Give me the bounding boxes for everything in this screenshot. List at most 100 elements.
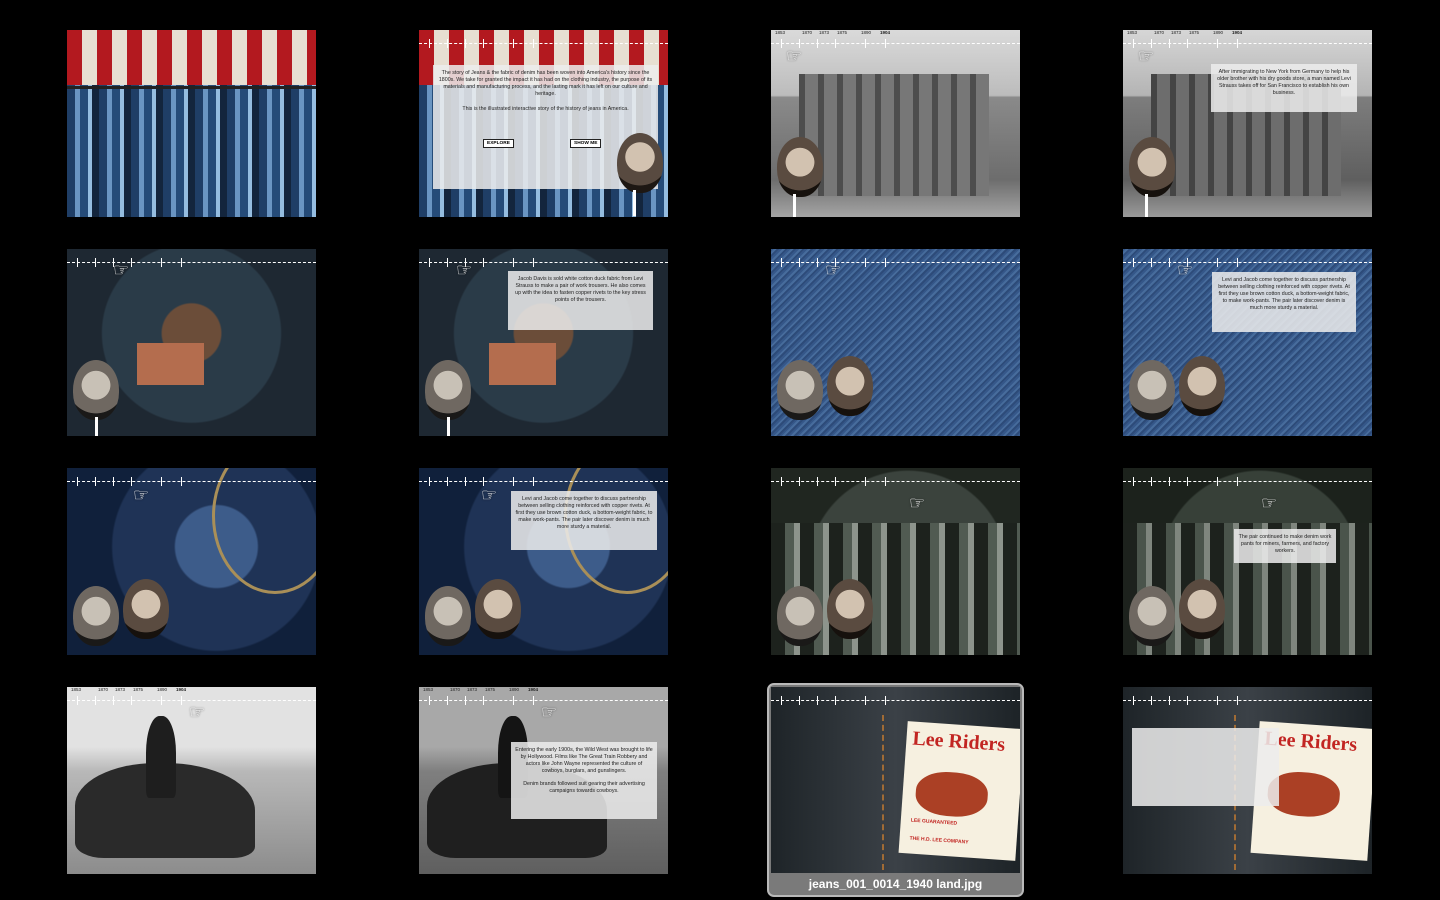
timeline-tick[interactable] [483,39,484,48]
pointing-hand-icon[interactable]: ☞ [1177,260,1193,281]
timeline-tick[interactable] [429,696,430,705]
timeline-tick[interactable] [95,477,96,486]
timeline-bar[interactable] [419,477,668,487]
timeline-tick[interactable] [181,696,182,705]
timeline-tick[interactable] [1133,39,1134,48]
timeline-tick[interactable] [1237,477,1238,486]
timeline-tick[interactable] [513,258,514,267]
pointing-hand-icon[interactable]: ☞ [541,702,557,723]
timeline-tick[interactable] [865,39,866,48]
thumbnail-intro-overlay[interactable]: The story of Jeans & the fabric of denim… [419,30,668,217]
timeline-tick[interactable] [1237,696,1238,705]
timeline-tick[interactable] [835,696,836,705]
timeline-bar[interactable] [1123,258,1372,268]
timeline-tick[interactable] [447,39,448,48]
timeline-tick[interactable] [865,477,866,486]
pointing-hand-icon[interactable]: ☞ [456,260,472,281]
pointing-hand-icon[interactable]: ☞ [113,260,129,281]
thumbnail-denim-texture-text[interactable]: ☞ Levi and Jacob come together to discus… [1123,249,1372,436]
timeline-tick[interactable] [447,258,448,267]
timeline-tick[interactable] [885,696,886,705]
timeline-tick[interactable] [885,39,886,48]
timeline-bar[interactable] [771,39,1020,49]
timeline-tick[interactable] [429,258,430,267]
pointing-hand-icon[interactable]: ☞ [909,493,925,514]
timeline-tick[interactable] [77,477,78,486]
timeline-tick[interactable] [835,477,836,486]
timeline-tick[interactable] [1169,39,1170,48]
timeline-tick[interactable] [799,477,800,486]
timeline-bar[interactable] [771,477,1020,487]
pointing-hand-icon[interactable]: ☞ [133,485,149,506]
timeline-tick[interactable] [95,696,96,705]
timeline-tick[interactable] [1217,39,1218,48]
timeline-tick[interactable] [161,258,162,267]
timeline-tick[interactable] [483,258,484,267]
pointing-hand-icon[interactable]: ☞ [189,702,205,723]
thumbnail-lee-riders[interactable]: Lee Riders LEE GUARANTEED THE H.D. LEE C… [771,687,1020,873]
timeline-tick[interactable] [1151,696,1152,705]
timeline-tick[interactable] [429,39,430,48]
timeline-tick[interactable] [817,477,818,486]
timeline-tick[interactable] [161,696,162,705]
thumbnail-denim-texture[interactable]: ☞ [771,249,1020,436]
timeline-tick[interactable] [513,39,514,48]
thumbnail-lee-riders-blank[interactable]: Lee Riders [1123,687,1372,874]
timeline-bar[interactable] [67,258,316,268]
timeline-tick[interactable] [77,696,78,705]
thumbnail-denim-seam[interactable]: ☞ [67,468,316,655]
pointing-hand-icon[interactable]: ☞ [1138,46,1154,67]
thumbnail-workers-photo-text[interactable]: ☞ The pair continued to make denim work … [1123,468,1372,655]
timeline-tick[interactable] [113,696,114,705]
timeline-bar[interactable] [67,477,316,487]
timeline-tick[interactable] [1169,258,1170,267]
thumbnail-clothing-rack[interactable] [67,30,316,217]
timeline-bar[interactable] [771,696,1020,706]
timeline-tick[interactable] [817,39,818,48]
timeline-bar[interactable] [1123,39,1372,49]
timeline-tick[interactable] [1133,696,1134,705]
timeline-tick[interactable] [77,258,78,267]
timeline-bar[interactable] [771,258,1020,268]
timeline-tick[interactable] [835,39,836,48]
thumbnail-denim-seam-text[interactable]: ☞ Levi and Jacob come together to discus… [419,468,668,655]
timeline-tick[interactable] [1217,477,1218,486]
timeline-tick[interactable] [1217,258,1218,267]
timeline-tick[interactable] [799,696,800,705]
timeline-tick[interactable] [1237,258,1238,267]
timeline-tick[interactable] [465,696,466,705]
timeline-tick[interactable] [533,696,534,705]
timeline-tick[interactable] [161,477,162,486]
timeline-tick[interactable] [1133,258,1134,267]
thumbnail-workers-photo[interactable]: ☞ [771,468,1020,655]
timeline-tick[interactable] [1151,477,1152,486]
thumbnail-building-grayscale-text[interactable]: 1853 1870 1873 1875 1890 1904 ☞ After im… [1123,30,1372,217]
timeline-tick[interactable] [533,477,534,486]
timeline-tick[interactable] [1169,477,1170,486]
timeline-tick[interactable] [799,258,800,267]
thumbnail-cowboy-horse[interactable]: 1853 1870 1873 1875 1890 1904 ☞ [67,687,316,874]
timeline-tick[interactable] [533,258,534,267]
timeline-tick[interactable] [865,258,866,267]
timeline-tick[interactable] [95,258,96,267]
timeline-tick[interactable] [181,258,182,267]
timeline-tick[interactable] [465,39,466,48]
thumbnail-worn-denim-text[interactable]: ☞ Jacob Davis is sold white cotton duck … [419,249,668,436]
pointing-hand-icon[interactable]: ☞ [1261,493,1277,514]
timeline-bar[interactable] [1123,477,1372,487]
timeline-tick[interactable] [781,477,782,486]
timeline-tick[interactable] [447,696,448,705]
timeline-tick[interactable] [1237,39,1238,48]
timeline-tick[interactable] [1133,477,1134,486]
timeline-tick[interactable] [1187,39,1188,48]
explore-button[interactable]: EXPLORE [483,139,514,148]
timeline-tick[interactable] [1187,696,1188,705]
timeline-tick[interactable] [781,39,782,48]
timeline-tick[interactable] [781,258,782,267]
timeline-tick[interactable] [885,477,886,486]
timeline-tick[interactable] [1151,258,1152,267]
timeline-tick[interactable] [447,477,448,486]
timeline-tick[interactable] [817,696,818,705]
thumbnail-worn-denim[interactable]: ☞ [67,249,316,436]
pointing-hand-icon[interactable]: ☞ [786,46,802,67]
